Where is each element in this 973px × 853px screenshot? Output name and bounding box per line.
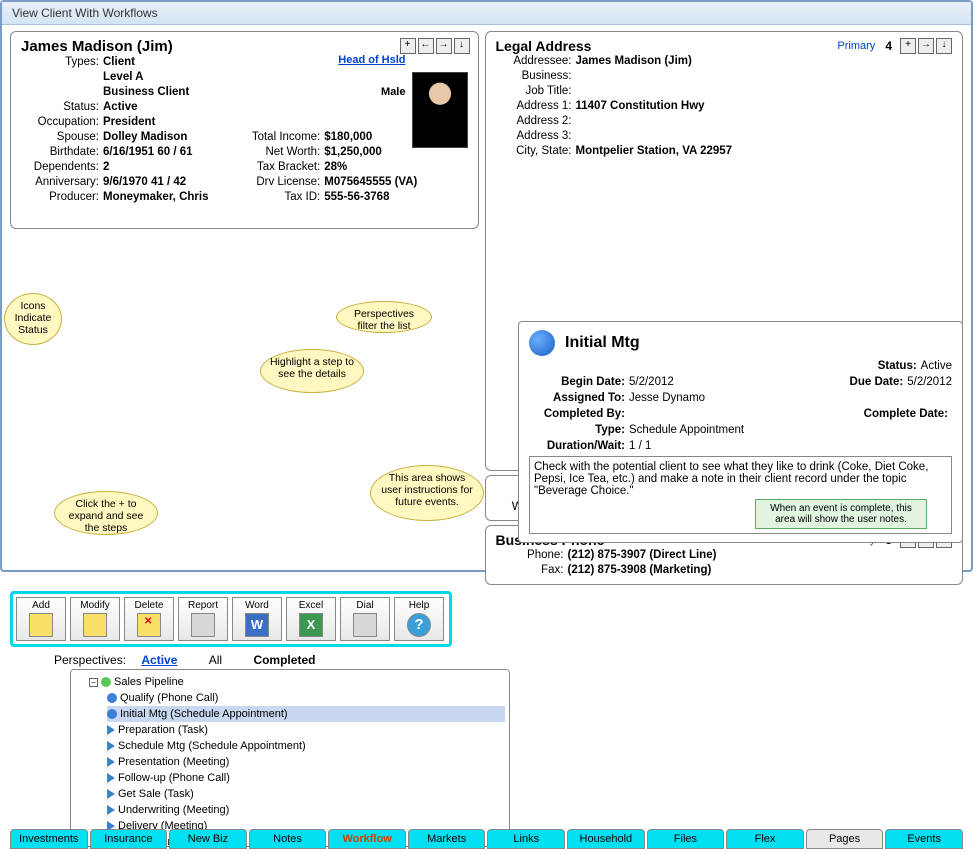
status-icon [107, 709, 117, 719]
status-icon [107, 725, 115, 735]
add-icon [29, 613, 53, 637]
address-count: 4 [885, 39, 892, 53]
addr-add-button[interactable]: + [900, 38, 916, 54]
content-area: + ← → ↓ James Madison (Jim) Head of Hsld… [2, 25, 971, 853]
tree-item[interactable]: Schedule Mtg (Schedule Appointment) [107, 738, 505, 754]
perspective-completed[interactable]: Completed [253, 653, 315, 667]
tree-item[interactable]: Qualify (Phone Call) [107, 690, 505, 706]
perspectives-bar: Perspectives: Active All Completed [50, 651, 490, 669]
perspectives-label: Perspectives: [54, 653, 126, 667]
client-photo [412, 72, 468, 148]
dial-icon [353, 613, 377, 637]
tab-pages[interactable]: Pages [806, 829, 884, 849]
tab-household[interactable]: Household [567, 829, 645, 849]
callout-highlight: Highlight a step to see the details [260, 349, 364, 393]
modify-icon [83, 613, 107, 637]
excel-icon: X [299, 613, 323, 637]
tree-item[interactable]: Get Sale (Task) [107, 786, 505, 802]
report-button[interactable]: Report [178, 597, 228, 641]
workflow-tree[interactable]: −Sales Pipeline Qualify (Phone Call) Ini… [70, 669, 510, 847]
address-primary-link[interactable]: Primary [837, 40, 875, 52]
tab-events[interactable]: Events [885, 829, 963, 849]
client-workflow-window: View Client With Workflows + ← → ↓ James… [0, 0, 973, 572]
collapse-icon[interactable]: − [89, 678, 98, 687]
status-icon [107, 757, 115, 767]
tree-item[interactable]: Underwriting (Meeting) [107, 802, 505, 818]
action-toolbar: Add Modify Delete✕ Report WordW ExcelX D… [10, 591, 452, 647]
tab-newbiz[interactable]: New Biz [169, 829, 247, 849]
perspective-all[interactable]: All [209, 653, 222, 667]
tab-files[interactable]: Files [647, 829, 725, 849]
client-nav-arrows: + ← → ↓ [400, 38, 470, 54]
help-icon: ? [407, 613, 431, 637]
address-title: Legal Address [496, 38, 838, 54]
word-icon: W [245, 613, 269, 637]
notes-hint-callout: When an event is complete, this area wil… [755, 499, 927, 529]
delete-icon: ✕ [137, 613, 161, 637]
window-title: View Client With Workflows [2, 2, 971, 25]
next-record-button[interactable]: → [436, 38, 452, 54]
last-record-button[interactable]: ↓ [454, 38, 470, 54]
tab-workflow[interactable]: Workflow [328, 829, 406, 849]
perspective-active[interactable]: Active [141, 653, 177, 667]
delete-button[interactable]: Delete✕ [124, 597, 174, 641]
notes-textarea[interactable]: Check with the potential client to see w… [529, 456, 952, 534]
tree-item[interactable]: Follow-up (Phone Call) [107, 770, 505, 786]
addr-next-button[interactable]: → [918, 38, 934, 54]
callout-expand: Click the + to expand and see the steps [54, 491, 158, 535]
help-button[interactable]: Help? [394, 597, 444, 641]
tree-root-sales[interactable]: −Sales Pipeline [89, 674, 505, 690]
client-panel: + ← → ↓ James Madison (Jim) Head of Hsld… [10, 31, 479, 229]
callout-area: This area shows user instructions for fu… [370, 465, 484, 521]
status-icon [101, 677, 111, 687]
tab-flex[interactable]: Flex [726, 829, 804, 849]
tree-item[interactable]: Preparation (Task) [107, 722, 505, 738]
report-icon [191, 613, 215, 637]
excel-button[interactable]: ExcelX [286, 597, 336, 641]
step-detail-panel: Initial Mtg Status:Active Begin Date:5/2… [518, 321, 963, 543]
modify-button[interactable]: Modify [70, 597, 120, 641]
head-of-household-link[interactable]: Head of Hsld [338, 54, 405, 66]
tab-markets[interactable]: Markets [408, 829, 486, 849]
bottom-tab-bar: Investments Insurance New Biz Notes Work… [10, 829, 963, 849]
callout-perspectives: Perspectives filter the list [336, 301, 432, 333]
detail-title: Initial Mtg [565, 334, 640, 352]
tab-investments[interactable]: Investments [10, 829, 88, 849]
status-icon [107, 741, 115, 751]
status-dot-icon [529, 330, 555, 356]
tab-notes[interactable]: Notes [249, 829, 327, 849]
tab-links[interactable]: Links [487, 829, 565, 849]
add-record-button[interactable]: + [400, 38, 416, 54]
prev-record-button[interactable]: ← [418, 38, 434, 54]
status-icon [107, 789, 115, 799]
status-icon [107, 773, 115, 783]
word-button[interactable]: WordW [232, 597, 282, 641]
status-icon [107, 805, 115, 815]
status-icon [107, 693, 117, 703]
add-button[interactable]: Add [16, 597, 66, 641]
dial-button[interactable]: Dial [340, 597, 390, 641]
callout-icons-status: Icons Indicate Status [4, 293, 62, 345]
tree-item-selected[interactable]: Initial Mtg (Schedule Appointment) [107, 706, 505, 722]
gender-label: Male [381, 86, 405, 98]
tree-item[interactable]: Presentation (Meeting) [107, 754, 505, 770]
tab-insurance[interactable]: Insurance [90, 829, 168, 849]
addr-last-button[interactable]: ↓ [936, 38, 952, 54]
